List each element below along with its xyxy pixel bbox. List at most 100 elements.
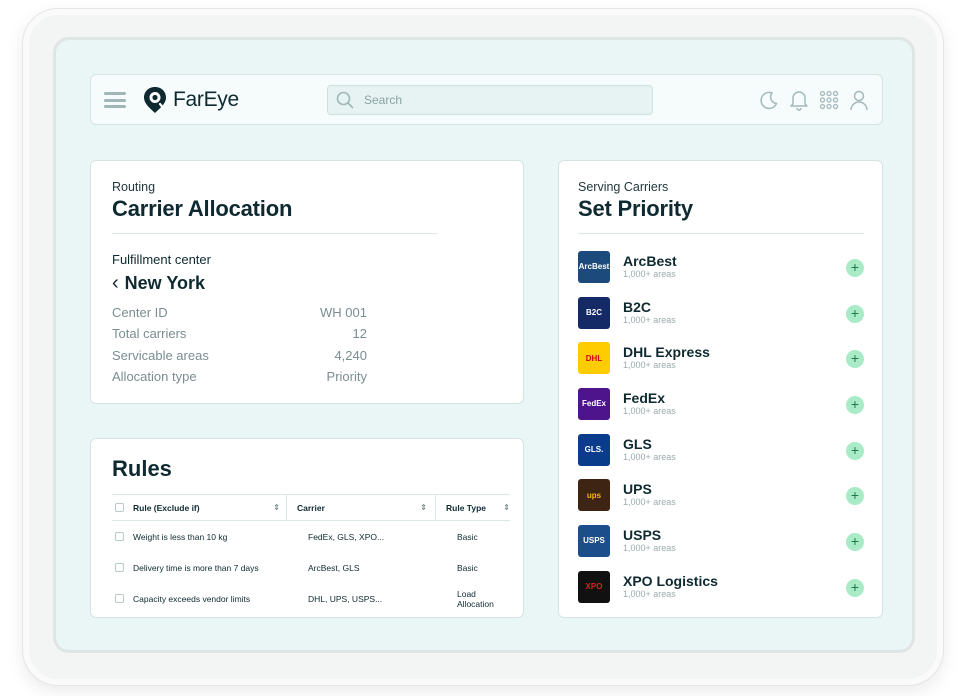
carrier-info: XPO Logistics 1,000+ areas [623, 573, 718, 600]
sort-icon[interactable]: ⇕ [420, 503, 427, 512]
carrier-info: USPS 1,000+ areas [623, 526, 676, 554]
detail-label: Total carriers [112, 326, 187, 341]
rule-cell: Delivery time is more than 7 days [133, 562, 259, 573]
column-label: Carrier [297, 502, 325, 513]
rule-cell: Weight is less than 10 kg [133, 531, 228, 542]
user-icon[interactable] [848, 88, 870, 112]
carrier-name: FedEx [623, 389, 666, 406]
carrier-logo: ups [578, 479, 610, 512]
detail-value: 12 [352, 326, 367, 341]
carrier-item[interactable]: FedEx FedEx 1,000+ areas + [578, 381, 864, 427]
detail-value: WH 001 [320, 305, 367, 320]
chevron-left-icon[interactable]: ‹ [112, 272, 119, 295]
carrier-list: ArcBest ArcBest 1,000+ areas + B2C B2C 1,000+ … [578, 244, 864, 610]
carrier-info: GLS 1,000+ areas [623, 435, 676, 463]
menu-icon[interactable] [104, 92, 126, 108]
add-carrier-button[interactable]: + [846, 396, 864, 415]
carrier-info: DHL Express 1,000+ areas [623, 345, 710, 371]
carrier-info: FedEx 1,000+ areas [623, 389, 676, 417]
bell-icon[interactable] [788, 88, 810, 112]
location-pin-icon [144, 87, 167, 113]
carrier-info: ArcBest 1,000+ areas [623, 252, 677, 280]
fulfillment-center-label: Fulfillment center [112, 252, 211, 267]
detail-row-center-id: Center ID WH 001 [112, 305, 367, 320]
logo[interactable]: FarEye [141, 84, 239, 116]
add-carrier-button[interactable]: + [846, 350, 864, 369]
carrier-name: USPS [623, 526, 662, 543]
carrier-logo: ArcBest [578, 250, 610, 283]
divider [578, 233, 864, 234]
carrier-item[interactable]: ArcBest ArcBest 1,000+ areas + [578, 244, 864, 290]
carrier-cell: ArcBest, GLS [308, 562, 360, 573]
detail-label: Servicable areas [112, 348, 209, 363]
page-title: Carrier Allocation [112, 196, 293, 221]
sort-icon[interactable]: ⇕ [273, 503, 280, 512]
column-header-rule-type[interactable]: Rule Type ⇕ [435, 495, 510, 520]
carrier-item[interactable]: USPS USPS 1,000+ areas + [578, 518, 864, 564]
logo-text: FarEye [173, 88, 239, 111]
divider [112, 233, 437, 234]
search-bar[interactable] [327, 85, 653, 115]
carrier-logo: USPS [578, 524, 610, 557]
carrier-name: ArcBest [623, 252, 677, 269]
row-checkbox[interactable] [115, 532, 124, 541]
add-carrier-button[interactable]: + [846, 578, 864, 597]
rules-title: Rules [112, 456, 172, 481]
detail-row-allocation-type: Allocation type Priority [112, 369, 367, 384]
carrier-info: UPS 1,000+ areas [623, 482, 676, 508]
carrier-logo: DHL [578, 342, 610, 375]
select-all-checkbox[interactable] [115, 503, 124, 512]
add-carrier-button[interactable]: + [846, 441, 864, 460]
carrier-name: B2C [623, 298, 652, 315]
table-row[interactable]: Capacity exceeds vendor limits DHL, UPS,… [112, 583, 510, 614]
add-carrier-button[interactable]: + [846, 487, 864, 506]
carrier-logo: GLS. [578, 433, 610, 466]
carrier-info: B2C 1,000+ areas [623, 298, 676, 326]
rules-card: Rules Rule (Exclude if) ⇕ Carrier ⇕ Rule… [90, 438, 524, 618]
column-label: Rule (Exclude if) [133, 502, 200, 513]
fulfillment-center-selector[interactable]: ‹ New York [112, 272, 205, 295]
tablet-frame: FarEye Search Routing Carrier Allocation… [22, 8, 944, 686]
carrier-logo: XPO [578, 570, 610, 603]
row-checkbox[interactable] [115, 594, 124, 603]
add-carrier-button[interactable]: + [846, 533, 864, 552]
add-carrier-button[interactable]: + [846, 304, 864, 323]
search-icon [336, 91, 354, 109]
carrier-name: UPS [623, 481, 652, 498]
carrier-item[interactable]: DHL DHL Express 1,000+ areas + [578, 335, 864, 381]
carrier-name: GLS [623, 435, 652, 452]
search-input[interactable] [364, 93, 644, 107]
carrier-areas: 1,000+ areas [623, 268, 676, 279]
detail-label: Allocation type [112, 369, 197, 384]
rules-table: Rule (Exclude if) ⇕ Carrier ⇕ Rule Type … [112, 494, 510, 614]
sort-icon[interactable]: ⇕ [503, 503, 510, 512]
apps-grid-icon[interactable] [818, 88, 840, 112]
rule-type-cell: Load Allocation [457, 588, 494, 609]
carrier-areas: 1,000+ areas [623, 405, 676, 416]
row-checkbox[interactable] [115, 563, 124, 572]
detail-row-servicable-areas: Servicable areas 4,240 [112, 348, 367, 363]
section-eyebrow: Routing [112, 180, 156, 194]
carrier-item[interactable]: GLS. GLS 1,000+ areas + [578, 427, 864, 473]
carrier-name: DHL Express [623, 344, 710, 361]
column-header-rule[interactable]: Rule (Exclude if) ⇕ [133, 503, 286, 513]
carrier-logo: FedEx [578, 387, 610, 420]
detail-label: Center ID [112, 305, 168, 320]
app-screen: FarEye Search Routing Carrier Allocation… [53, 37, 915, 653]
carrier-areas: 1,000+ areas [623, 542, 676, 553]
carrier-item[interactable]: XPO XPO Logistics 1,000+ areas + [578, 564, 864, 610]
section-title: Set Priority [578, 196, 693, 221]
table-header: Rule (Exclude if) ⇕ Carrier ⇕ Rule Type … [112, 494, 510, 521]
column-header-carrier[interactable]: Carrier ⇕ [286, 495, 435, 520]
carrier-item[interactable]: ups UPS 1,000+ areas + [578, 472, 864, 518]
moon-icon[interactable] [758, 88, 780, 112]
serving-carriers-card: Serving Carriers Set Priority ArcBest Arc… [558, 160, 883, 618]
carrier-cell: DHL, UPS, USPS... [308, 593, 383, 604]
detail-value: Priority [326, 369, 367, 384]
header-actions [758, 88, 870, 112]
carrier-item[interactable]: B2C B2C 1,000+ areas + [578, 290, 864, 336]
table-row[interactable]: Weight is less than 10 kg FedEx, GLS, XP… [112, 521, 510, 552]
table-row[interactable]: Delivery time is more than 7 days ArcBes… [112, 552, 510, 583]
add-carrier-button[interactable]: + [846, 259, 864, 277]
rule-type-cell: Basic [457, 531, 478, 542]
